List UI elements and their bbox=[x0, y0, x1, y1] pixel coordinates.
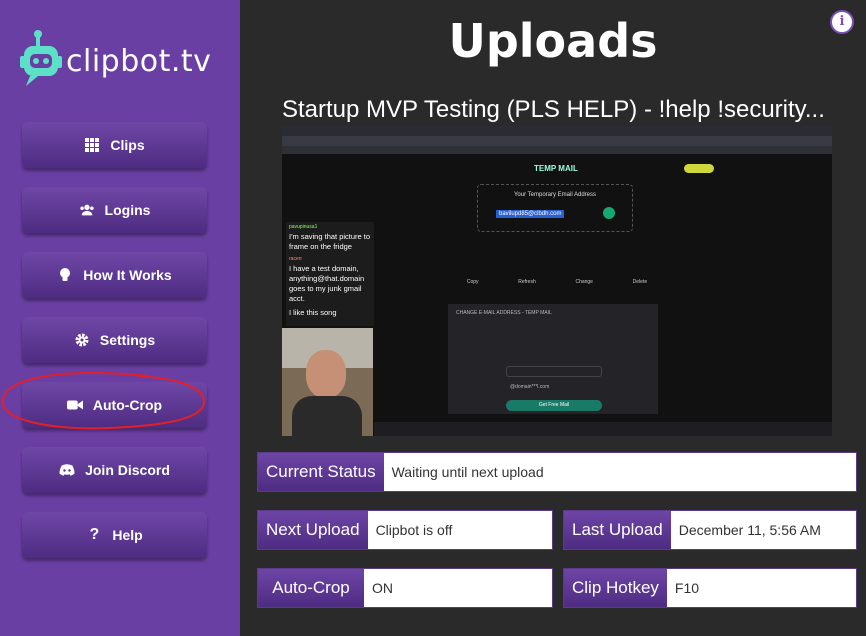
clip-hotkey-label: Clip Hotkey bbox=[564, 569, 667, 607]
grid-icon bbox=[84, 137, 100, 153]
copy-email-icon bbox=[603, 207, 615, 219]
panel-input bbox=[506, 366, 602, 377]
nav-logins-button[interactable]: Logins bbox=[22, 187, 207, 233]
chat-message-2: I have a test domain, anything@that.doma… bbox=[289, 264, 365, 303]
auto-crop-label: Auto-Crop bbox=[258, 569, 364, 607]
page-title: Uploads bbox=[448, 14, 658, 68]
browser-address-bar bbox=[282, 136, 832, 146]
browser-bookmarks-bar bbox=[282, 146, 832, 154]
panel-title: CHANGE E-MAIL ADDRESS - TEMP MAIL bbox=[456, 310, 552, 316]
current-status-label: Current Status bbox=[258, 453, 384, 491]
info-icon[interactable]: i bbox=[830, 10, 854, 34]
panel-submit: Get Free Mail bbox=[506, 400, 602, 411]
panel-domain: @domain***l.com bbox=[510, 384, 550, 390]
browser-tab-bar bbox=[282, 126, 832, 136]
next-upload-label: Next Upload bbox=[258, 511, 368, 549]
nav-how-it-works-button[interactable]: How It Works bbox=[22, 252, 207, 298]
nav-join-discord-button[interactable]: Join Discord bbox=[22, 447, 207, 493]
nav-help-label: Help bbox=[112, 527, 143, 543]
site-top-button bbox=[684, 164, 714, 173]
brand-logo[interactable]: clipbot.tv bbox=[20, 28, 220, 94]
webcam-person bbox=[306, 350, 346, 398]
action-copy: Copy bbox=[466, 279, 479, 285]
webcam-shirt bbox=[292, 396, 362, 436]
clip-title: Startup MVP Testing (PLS HELP) - !help !… bbox=[282, 96, 825, 123]
action-refresh: Refresh bbox=[518, 279, 536, 285]
nav-settings-button[interactable]: Settings bbox=[22, 317, 207, 363]
auto-crop-field: Auto-Crop ON bbox=[257, 568, 553, 608]
robot-logo-icon bbox=[20, 30, 62, 86]
nav-settings-label: Settings bbox=[99, 332, 156, 348]
brand-name: clipbot.tv bbox=[66, 44, 212, 79]
nav-logins-label: Logins bbox=[104, 202, 151, 218]
discord-icon bbox=[59, 462, 75, 478]
current-status-value: Waiting until next upload bbox=[391, 464, 544, 480]
nav-join-discord-label: Join Discord bbox=[85, 462, 170, 478]
chat-overlay: pavupinusa1 I'm saving that picture to f… bbox=[286, 222, 374, 326]
email-box: Your Temporary Email Address bavilupd85@… bbox=[477, 184, 633, 232]
chat-message-3: I like this song bbox=[289, 308, 337, 317]
chat-message-1: I'm saving that picture to frame on the … bbox=[289, 232, 371, 251]
site-title: TEMP MAIL bbox=[534, 164, 578, 173]
nav-help-button[interactable]: ? Help bbox=[22, 512, 207, 558]
nav-clips-button[interactable]: Clips bbox=[22, 122, 207, 168]
email-header: Your Temporary Email Address bbox=[513, 192, 597, 198]
clip-hotkey-field: Clip Hotkey F10 bbox=[563, 568, 857, 608]
sidebar: clipbot.tv Clips Logins How It Works Set… bbox=[0, 0, 240, 636]
next-upload-field: Next Upload Clipbot is off bbox=[257, 510, 553, 550]
nav-auto-crop-button[interactable]: Auto-Crop bbox=[22, 382, 207, 428]
action-change: Change bbox=[575, 279, 593, 285]
action-delete: Delete bbox=[632, 279, 648, 285]
auto-crop-value: ON bbox=[372, 580, 393, 596]
chat-user-2: racerr bbox=[289, 256, 303, 262]
clip-preview[interactable]: TEMP MAIL Your Temporary Email Address b… bbox=[282, 126, 832, 436]
current-status-field: Current Status Waiting until next upload bbox=[257, 452, 857, 492]
last-upload-field: Last Upload December 11, 5:56 AM bbox=[563, 510, 857, 550]
action-bar: Copy Refresh Change Delete bbox=[447, 274, 667, 290]
webcam-feed bbox=[282, 328, 373, 436]
next-upload-value: Clipbot is off bbox=[375, 522, 453, 538]
chat-user-1: pavupinusa1 bbox=[289, 224, 318, 230]
email-address: bavilupd85@clbdh.com bbox=[496, 210, 565, 218]
last-upload-value: December 11, 5:56 AM bbox=[678, 522, 821, 538]
taskbar bbox=[374, 422, 832, 436]
gear-icon bbox=[74, 332, 90, 348]
lightbulb-icon bbox=[57, 267, 73, 283]
nav-auto-crop-label: Auto-Crop bbox=[92, 397, 163, 413]
nav-how-it-works-label: How It Works bbox=[83, 267, 172, 283]
clip-hotkey-value: F10 bbox=[674, 580, 700, 596]
question-icon: ? bbox=[89, 526, 100, 543]
change-email-panel: CHANGE E-MAIL ADDRESS - TEMP MAIL @domai… bbox=[448, 304, 658, 414]
video-camera-icon bbox=[66, 397, 83, 413]
last-upload-label: Last Upload bbox=[564, 511, 671, 549]
nav-clips-label: Clips bbox=[110, 137, 145, 153]
users-icon bbox=[79, 202, 95, 218]
